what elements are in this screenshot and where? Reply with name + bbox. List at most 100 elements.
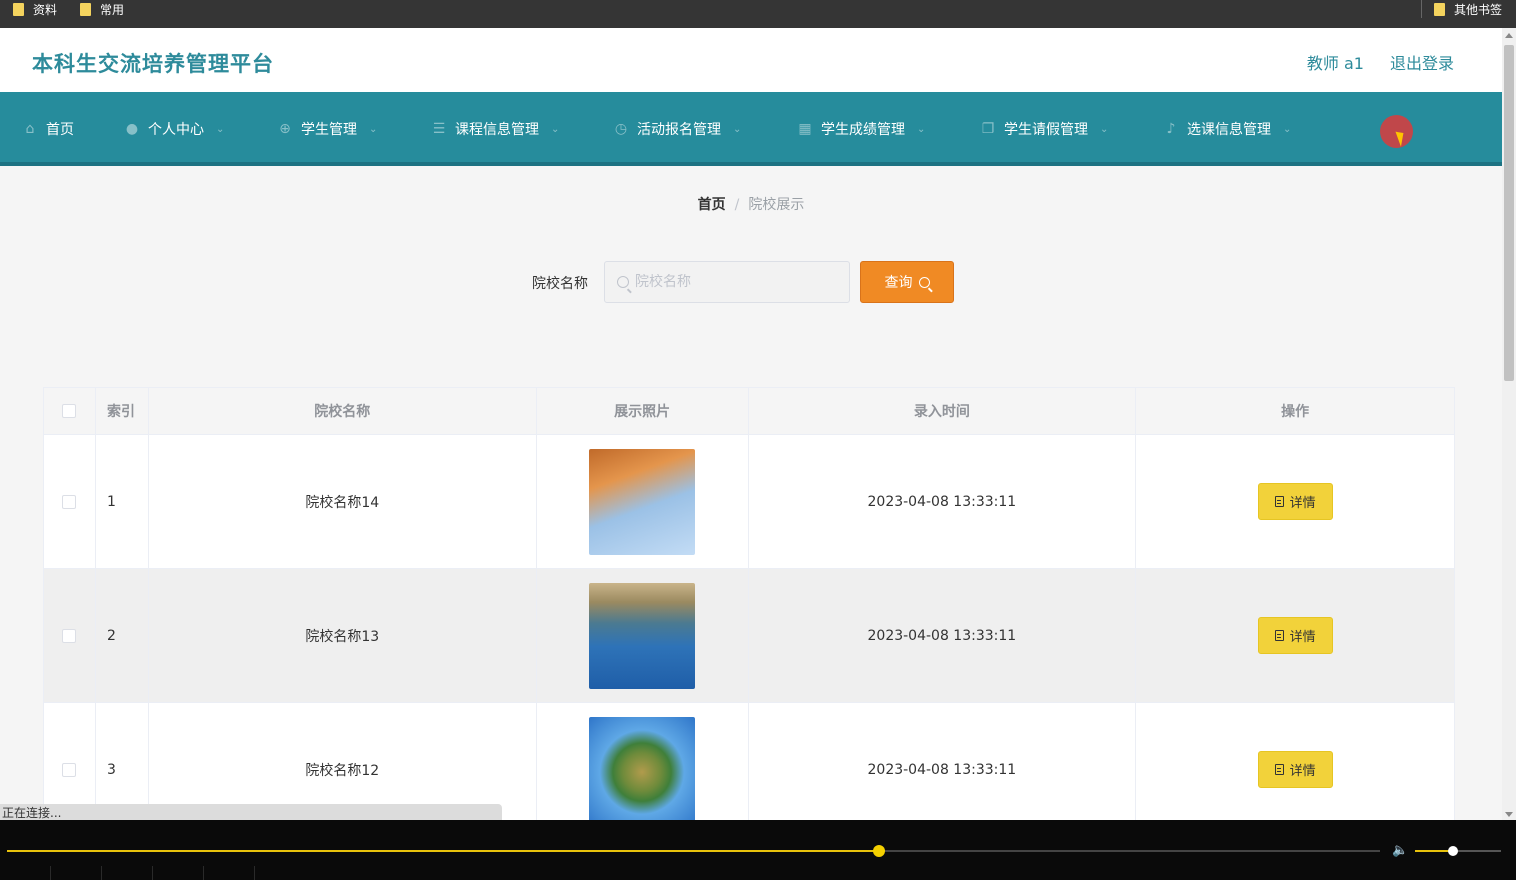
- table-header-row: 索引 院校名称 展示照片 录入时间 操作: [44, 388, 1454, 435]
- tiny-planet-photo[interactable]: [589, 716, 696, 820]
- playback-progress-handle[interactable]: [872, 845, 885, 857]
- detail-button[interactable]: 详情: [1257, 751, 1333, 788]
- row-checkbox[interactable]: [62, 494, 77, 509]
- document-icon: [1274, 630, 1284, 641]
- player-control-button[interactable]: [0, 866, 51, 880]
- user-link[interactable]: 教师 a1: [1307, 50, 1364, 74]
- chevron-down-icon: ⌄: [1283, 123, 1292, 135]
- grid-circle-icon: ⊕: [279, 121, 291, 137]
- row-school-name: 院校名称12: [149, 703, 537, 820]
- browser-status-bar: 正在连接...: [0, 804, 502, 820]
- search-icon: [918, 276, 930, 288]
- site-title: 本科生交流培养管理平台: [32, 52, 274, 76]
- folder-icon: [1434, 2, 1445, 16]
- scroll-thumb[interactable]: [1504, 45, 1514, 381]
- query-button[interactable]: 查询: [860, 261, 954, 303]
- list-icon: ☰: [432, 121, 446, 137]
- chevron-down-icon: ⌄: [733, 123, 742, 135]
- main-nav: ⌂ 首页 ● 个人中心 ⌄ ⊕ 学生管理 ⌄ ☰ 课程信息管理 ⌄ ◷ 活动报名…: [0, 92, 1502, 166]
- home-icon: ⌂: [25, 121, 35, 137]
- row-checkbox[interactable]: [62, 762, 77, 777]
- nav-item-selection-mgmt[interactable]: ♪ 选课信息管理 ⌄: [1163, 92, 1292, 166]
- row-index: 2: [96, 569, 149, 702]
- breadcrumb-home[interactable]: 首页: [698, 197, 726, 213]
- row-check-cell: [44, 569, 96, 702]
- volume-slider[interactable]: [1415, 846, 1501, 856]
- browser-viewport: 本科生交流培养管理平台 教师 a1 退出登录 ⌂ 首页 ● 个人中心 ⌄ ⊕ 学…: [0, 28, 1516, 820]
- chevron-down-icon: ⌄: [369, 123, 378, 135]
- search-icon: [617, 276, 629, 288]
- bookmark-divider: [1421, 0, 1422, 18]
- row-photo-cell: [537, 435, 749, 568]
- copy-icon: ❐: [981, 121, 995, 137]
- coastline-photo[interactable]: [589, 582, 696, 689]
- table-row: 1 院校名称14 2023-04-08 13:33:11 详情: [44, 435, 1454, 569]
- nav-item-label: 个人中心: [148, 122, 204, 138]
- page-scrollbar[interactable]: [1502, 28, 1516, 820]
- video-player-controls: 🔈: [0, 820, 1516, 880]
- autumn-leaves-photo[interactable]: [589, 448, 696, 555]
- detail-button[interactable]: 详情: [1257, 617, 1333, 654]
- select-all-checkbox[interactable]: [62, 404, 77, 418]
- folder-icon: [80, 2, 91, 16]
- breadcrumb: 首页 / 院校展示: [0, 194, 1502, 214]
- nav-item-course-mgmt[interactable]: ☰ 课程信息管理 ⌄: [431, 92, 560, 166]
- row-school-name: 院校名称13: [149, 569, 537, 702]
- row-actions: 详情: [1136, 703, 1454, 820]
- row-entry-time: 2023-04-08 13:33:11: [749, 435, 1137, 568]
- bookmark-label: 常用: [100, 2, 125, 17]
- scroll-down-icon[interactable]: [1505, 812, 1513, 817]
- bookmark-folder-0[interactable]: 资料: [13, 0, 57, 18]
- scroll-up-icon[interactable]: [1505, 33, 1513, 38]
- detail-button-label: 详情: [1289, 764, 1316, 779]
- nav-item-leave-mgmt[interactable]: ❐ 学生请假管理 ⌄: [980, 92, 1109, 166]
- detail-button-label: 详情: [1289, 496, 1316, 511]
- nav-item-grade-mgmt[interactable]: ▦ 学生成绩管理 ⌄: [797, 92, 925, 166]
- search-label: 院校名称: [532, 276, 588, 292]
- chevron-down-icon: ⌄: [917, 123, 926, 135]
- column-header-index: 索引: [96, 388, 149, 434]
- nav-item-label: 首页: [46, 122, 74, 138]
- nav-item-label: 学生成绩管理: [821, 122, 905, 138]
- breadcrumb-separator: /: [734, 197, 740, 213]
- player-button-row: [0, 866, 1516, 880]
- row-entry-time: 2023-04-08 13:33:11: [749, 703, 1137, 820]
- search-input[interactable]: [635, 274, 835, 290]
- row-photo-cell: [537, 569, 749, 702]
- bookmark-folder-1[interactable]: 常用: [80, 0, 124, 18]
- playback-progress-fill: [7, 850, 879, 852]
- column-header-photo: 展示照片: [537, 388, 749, 434]
- search-field[interactable]: [604, 261, 850, 303]
- playback-progress-bar[interactable]: [7, 845, 1380, 857]
- column-header-actions: 操作: [1281, 404, 1310, 420]
- grid-icon: ▦: [798, 121, 812, 137]
- top-header: 本科生交流培养管理平台 教师 a1 退出登录: [0, 28, 1502, 92]
- nav-item-personal-center[interactable]: ● 个人中心 ⌄: [124, 92, 225, 166]
- bookmark-folder-other[interactable]: 其他书签: [1434, 0, 1502, 18]
- header-links: 教师 a1 退出登录: [1307, 50, 1454, 74]
- nav-item-student-mgmt[interactable]: ⊕ 学生管理 ⌄: [277, 92, 377, 166]
- mic-icon: ♪: [1166, 121, 1176, 137]
- detail-button[interactable]: 详情: [1257, 483, 1333, 520]
- volume-icon[interactable]: 🔈: [1392, 844, 1408, 858]
- row-checkbox[interactable]: [62, 628, 77, 643]
- player-control-button[interactable]: [153, 866, 204, 880]
- logout-link[interactable]: 退出登录: [1390, 50, 1454, 74]
- player-control-button[interactable]: [51, 866, 102, 880]
- row-entry-time: 2023-04-08 13:33:11: [749, 569, 1137, 702]
- nav-item-home[interactable]: ⌂ 首页: [22, 92, 74, 166]
- document-icon: [1274, 764, 1284, 775]
- row-check-cell: [44, 435, 96, 568]
- row-index: 1: [96, 435, 149, 568]
- player-control-button[interactable]: [102, 866, 153, 880]
- volume-handle[interactable]: [1447, 846, 1458, 856]
- header-check-cell: [44, 388, 96, 434]
- clock-icon: ◷: [614, 121, 628, 137]
- column-header-name: 院校名称: [149, 388, 537, 434]
- player-control-button[interactable]: [204, 866, 255, 880]
- column-header-time: 录入时间: [749, 388, 1137, 434]
- row-school-name: 院校名称14: [149, 435, 537, 568]
- table-row: 3 院校名称12 2023-04-08 13:33:11 详情: [44, 703, 1454, 820]
- nav-item-activity-mgmt[interactable]: ◷ 活动报名管理 ⌄: [613, 92, 742, 166]
- document-icon: [1274, 496, 1284, 507]
